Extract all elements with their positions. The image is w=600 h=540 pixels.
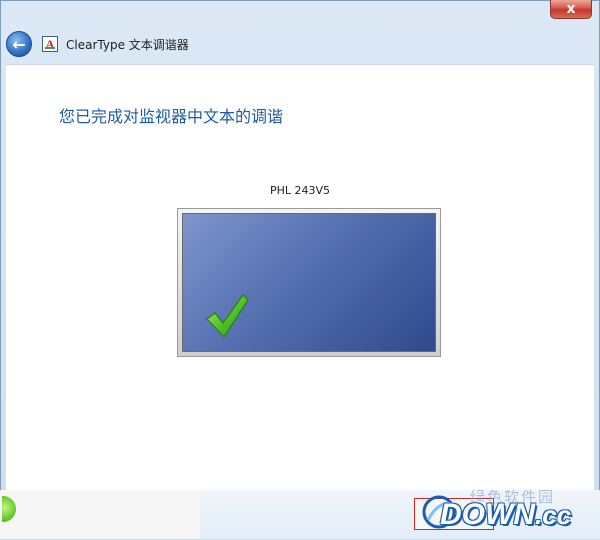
close-icon: x xyxy=(566,1,576,17)
window-title: ClearType 文本调谐器 xyxy=(66,37,189,52)
back-button[interactable]: ← xyxy=(6,31,32,57)
monitor-graphic xyxy=(177,208,441,357)
checkmark-icon xyxy=(206,294,249,338)
cleartype-app-icon: A xyxy=(42,36,58,52)
page-heading: 您已完成对监视器中文本的调谐 xyxy=(59,107,284,126)
monitor-screen xyxy=(182,213,436,352)
close-button[interactable]: x xyxy=(550,0,592,19)
watermark-brand-suffix: .cc xyxy=(534,500,572,530)
content-area: 您已完成对监视器中文本的调谐 PHL 243V5 xyxy=(6,64,594,491)
title-bar: ← A ClearType 文本调谐器 xyxy=(6,28,594,60)
monitor-name-label: PHL 243V5 xyxy=(269,184,331,197)
watermark-brand-main: DOWN xyxy=(440,498,535,531)
back-arrow-icon: ← xyxy=(12,34,26,54)
footer-left-panel xyxy=(0,490,200,539)
watermark-brand: DOWN.cc xyxy=(440,490,600,539)
